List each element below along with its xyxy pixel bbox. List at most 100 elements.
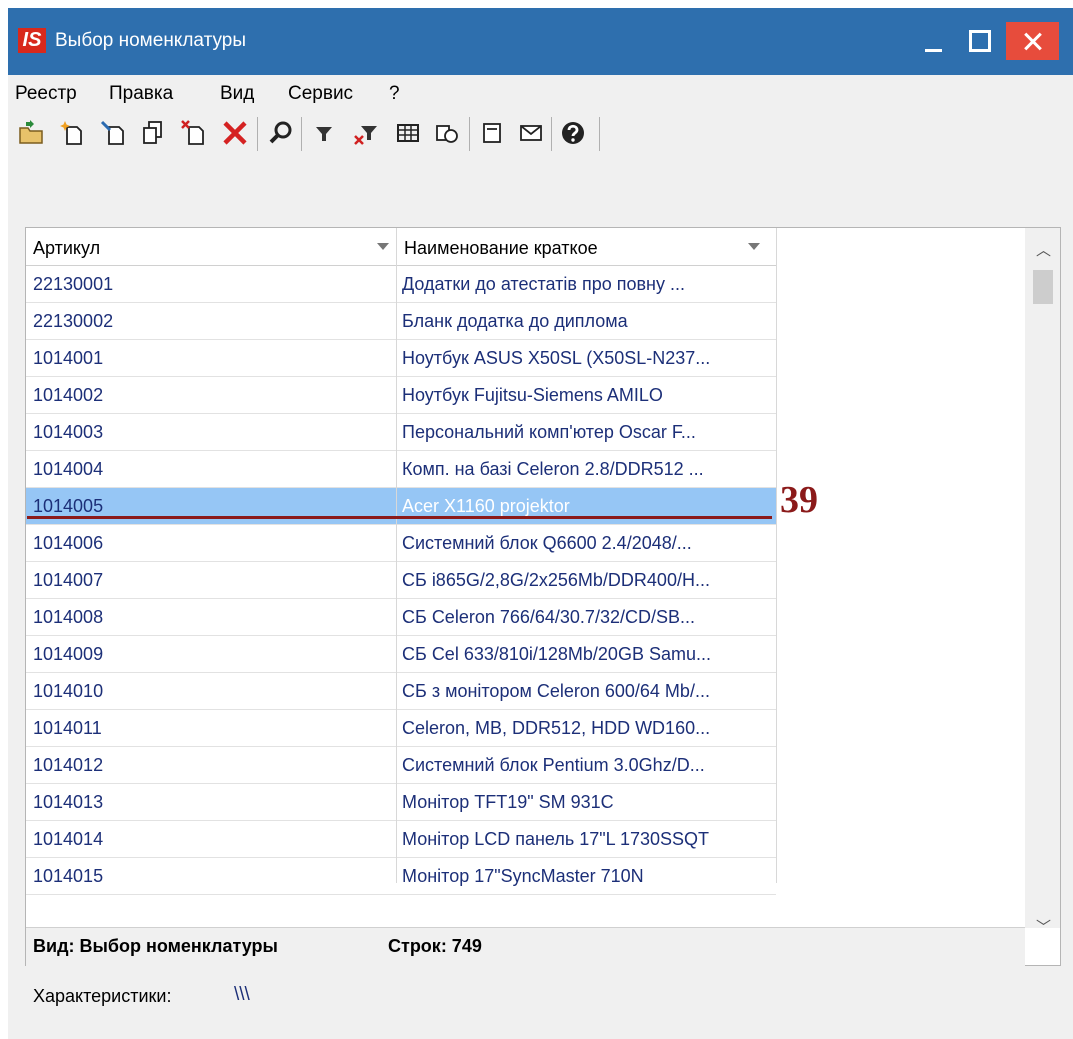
scroll-down-icon[interactable]: ﹀	[1036, 916, 1051, 937]
new-document-icon[interactable]	[58, 119, 86, 147]
short-name-cell[interactable]: Монітор LCD панель 17"L 1730SSQT	[402, 821, 768, 857]
column-divider	[396, 228, 397, 883]
toolbar	[8, 109, 1073, 157]
table-row[interactable]: 22130002 Бланк додатка до диплома	[26, 303, 776, 340]
grid-status-bar: Вид: Выбор номенклатуры Строк: 749	[26, 927, 1025, 966]
menu-item-view[interactable]: Вид	[220, 83, 254, 105]
close-button[interactable]	[1006, 22, 1059, 60]
table-row[interactable]: 1014001 Ноутбук ASUS X50SL (X50SL-N237...	[26, 340, 776, 377]
characteristics-value[interactable]: \\\	[234, 984, 250, 1006]
table-row[interactable]: 1014003 Персональний комп'ютер Oscar F...	[26, 414, 776, 451]
table-row[interactable]: 1014011 Celeron, MB, DDR512, HDD WD160...	[26, 710, 776, 747]
toolbar-separator	[257, 117, 258, 151]
short-name-cell[interactable]: Персональний комп'ютер Oscar F...	[402, 414, 768, 450]
short-name-cell[interactable]: СБ з монітором Celeron 600/64 Mb/...	[402, 673, 768, 709]
refresh-icon[interactable]	[433, 119, 461, 147]
nomenclature-grid[interactable]: Артикул Наименование краткое 22130001 Дод…	[25, 227, 1061, 966]
short-name-cell[interactable]: СБ i865G/2,8G/2x256Mb/DDR400/H...	[402, 562, 768, 598]
menu-item-service[interactable]: Сервис	[288, 83, 353, 105]
article-cell[interactable]: 1014012	[33, 747, 388, 783]
maximize-button[interactable]	[958, 22, 998, 60]
article-cell[interactable]: 1014004	[33, 451, 388, 487]
edit-document-icon[interactable]	[100, 119, 128, 147]
table-row[interactable]: 1014015 Монітор 17"SyncMaster 710N	[26, 858, 776, 895]
article-cell[interactable]: 1014008	[33, 599, 388, 635]
short-name-cell[interactable]: Бланк додатка до диплома	[402, 303, 768, 339]
article-cell[interactable]: 1014007	[33, 562, 388, 598]
table-icon[interactable]	[394, 119, 422, 147]
table-row[interactable]: 1014009 СБ Cel 633/810i/128Mb/20GB Samu..…	[26, 636, 776, 673]
article-cell[interactable]: 1014010	[33, 673, 388, 709]
column-divider	[776, 228, 777, 883]
annotation-underline	[27, 516, 772, 519]
minimize-button[interactable]	[913, 22, 953, 60]
sort-dropdown-icon[interactable]	[748, 243, 760, 250]
table-row[interactable]: 1014004 Комп. на базі Celeron 2.8/DDR512 …	[26, 451, 776, 488]
column-header-article[interactable]: Артикул	[26, 228, 396, 266]
short-name-cell[interactable]: СБ Cel 633/810i/128Mb/20GB Samu...	[402, 636, 768, 672]
delete-icon[interactable]	[221, 119, 249, 147]
window: IS Выбор номенклатуры Реестр Правка Вид …	[8, 8, 1073, 1039]
clear-filter-icon[interactable]	[353, 119, 381, 147]
scroll-up-icon[interactable]: ︿	[1036, 239, 1051, 260]
scroll-thumb[interactable]	[1033, 270, 1053, 304]
article-cell[interactable]: 22130001	[33, 266, 388, 302]
article-cell[interactable]: 1014003	[33, 414, 388, 450]
short-name-cell[interactable]: СБ Celeron 766/64/30.7/32/CD/SB...	[402, 599, 768, 635]
short-name-cell[interactable]: Ноутбук ASUS X50SL (X50SL-N237...	[402, 340, 768, 376]
sort-dropdown-icon[interactable]	[377, 243, 389, 250]
open-folder-icon[interactable]	[17, 119, 45, 147]
toolbar-separator	[301, 117, 302, 151]
window-title: Выбор номенклатуры	[55, 30, 246, 51]
mail-icon[interactable]	[517, 119, 545, 147]
table-row[interactable]: 1014008 СБ Celeron 766/64/30.7/32/CD/SB..…	[26, 599, 776, 636]
article-cell[interactable]: 1014014	[33, 821, 388, 857]
copy-document-icon[interactable]	[139, 119, 167, 147]
toolbar-separator	[469, 117, 470, 151]
short-name-cell[interactable]: Celeron, MB, DDR512, HDD WD160...	[402, 710, 768, 746]
table-row[interactable]: 1014002 Ноутбук Fujitsu-Siemens AMILO	[26, 377, 776, 414]
table-row[interactable]: 1014014 Монітор LCD панель 17"L 1730SSQT	[26, 821, 776, 858]
column-header-short-name[interactable]: Наименование краткое	[397, 228, 776, 266]
article-cell[interactable]: 1014006	[33, 525, 388, 561]
table-row[interactable]: 1014013 Монітор TFT19" SM 931C	[26, 784, 776, 821]
menu-item-edit[interactable]: Правка	[109, 83, 173, 105]
table-row[interactable]: 1014007 СБ i865G/2,8G/2x256Mb/DDR400/H...	[26, 562, 776, 599]
article-cell[interactable]: 1014011	[33, 710, 388, 746]
table-row[interactable]: 22130001 Додатки до атестатів про повну .…	[26, 266, 776, 303]
table-row[interactable]: 1014006 Системний блок Q6600 2.4/2048/...	[26, 525, 776, 562]
table-row[interactable]: 1014005 Acer X1160 projektor	[26, 488, 776, 525]
toolbar-separator	[599, 117, 600, 151]
short-name-cell[interactable]: Ноутбук Fujitsu-Siemens AMILO	[402, 377, 768, 413]
delete-document-icon[interactable]	[180, 119, 208, 147]
article-cell[interactable]: 1014009	[33, 636, 388, 672]
short-name-cell[interactable]: Монітор 17"SyncMaster 710N	[402, 858, 768, 894]
annotation-number: 39	[780, 479, 818, 521]
short-name-cell[interactable]: Монітор TFT19" SM 931C	[402, 784, 768, 820]
help-icon[interactable]	[559, 119, 587, 147]
title-bar[interactable]: IS Выбор номенклатуры	[8, 8, 1073, 75]
table-row[interactable]: 1014010 СБ з монітором Celeron 600/64 Mb/…	[26, 673, 776, 710]
column-header-label: Наименование краткое	[404, 238, 598, 258]
table-row[interactable]: 1014012 Системний блок Pentium 3.0Ghz/D..…	[26, 747, 776, 784]
toolbar-separator	[551, 117, 552, 151]
short-name-cell[interactable]: Системний блок Q6600 2.4/2048/...	[402, 525, 768, 561]
menu-item-registry[interactable]: Реестр	[15, 83, 77, 105]
article-cell[interactable]: 1014013	[33, 784, 388, 820]
article-cell[interactable]: 1014015	[33, 858, 388, 894]
short-name-cell[interactable]: Додатки до атестатів про повну ...	[402, 266, 768, 302]
short-name-cell[interactable]: Системний блок Pentium 3.0Ghz/D...	[402, 747, 768, 783]
article-cell[interactable]: 1014001	[33, 340, 388, 376]
view-name: Вид: Выбор номенклатуры	[33, 936, 278, 956]
menu-bar: Реестр Правка Вид Сервис ?	[8, 75, 1073, 109]
vertical-scrollbar[interactable]: ︿ ﹀	[1025, 228, 1060, 936]
menu-item-help[interactable]: ?	[389, 83, 400, 105]
search-icon[interactable]	[267, 119, 295, 147]
form-icon[interactable]	[478, 119, 506, 147]
short-name-cell[interactable]: Комп. на базі Celeron 2.8/DDR512 ...	[402, 451, 768, 487]
article-cell[interactable]: 22130002	[33, 303, 388, 339]
article-cell[interactable]: 1014002	[33, 377, 388, 413]
filter-icon[interactable]	[310, 119, 338, 147]
characteristics-label: Характеристики:	[33, 986, 172, 1006]
app-logo: IS	[18, 28, 46, 53]
